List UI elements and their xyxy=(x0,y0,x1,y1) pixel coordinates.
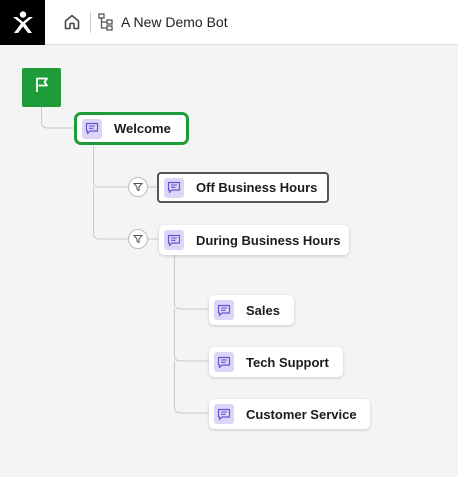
chat-message-icon xyxy=(164,177,184,198)
filter-icon[interactable] xyxy=(128,177,148,197)
node-label: During Business Hours xyxy=(196,232,341,248)
node-label: Tech Support xyxy=(246,354,329,370)
chat-message-icon xyxy=(82,118,102,139)
start-node[interactable] xyxy=(22,68,61,107)
flow-node-welcome[interactable]: Welcome xyxy=(74,112,189,145)
flow-node-during-business-hours[interactable]: During Business Hours xyxy=(159,225,349,255)
node-label: Off Business Hours xyxy=(196,180,318,195)
flow-node-tech-support[interactable]: Tech Support xyxy=(209,347,343,377)
flow-node-off-business-hours[interactable]: Off Business Hours xyxy=(157,172,329,203)
chat-message-icon xyxy=(214,352,234,372)
node-label: Sales xyxy=(246,302,280,318)
node-label: Welcome xyxy=(114,121,171,136)
filter-icon[interactable] xyxy=(128,229,148,249)
flag-icon xyxy=(33,76,51,99)
flow-node-customer-service[interactable]: Customer Service xyxy=(209,399,370,429)
chat-message-icon xyxy=(164,230,184,250)
node-label: Customer Service xyxy=(246,406,357,422)
flow-node-sales[interactable]: Sales xyxy=(209,295,294,325)
chat-message-icon xyxy=(214,300,234,320)
chat-message-icon xyxy=(214,404,234,424)
